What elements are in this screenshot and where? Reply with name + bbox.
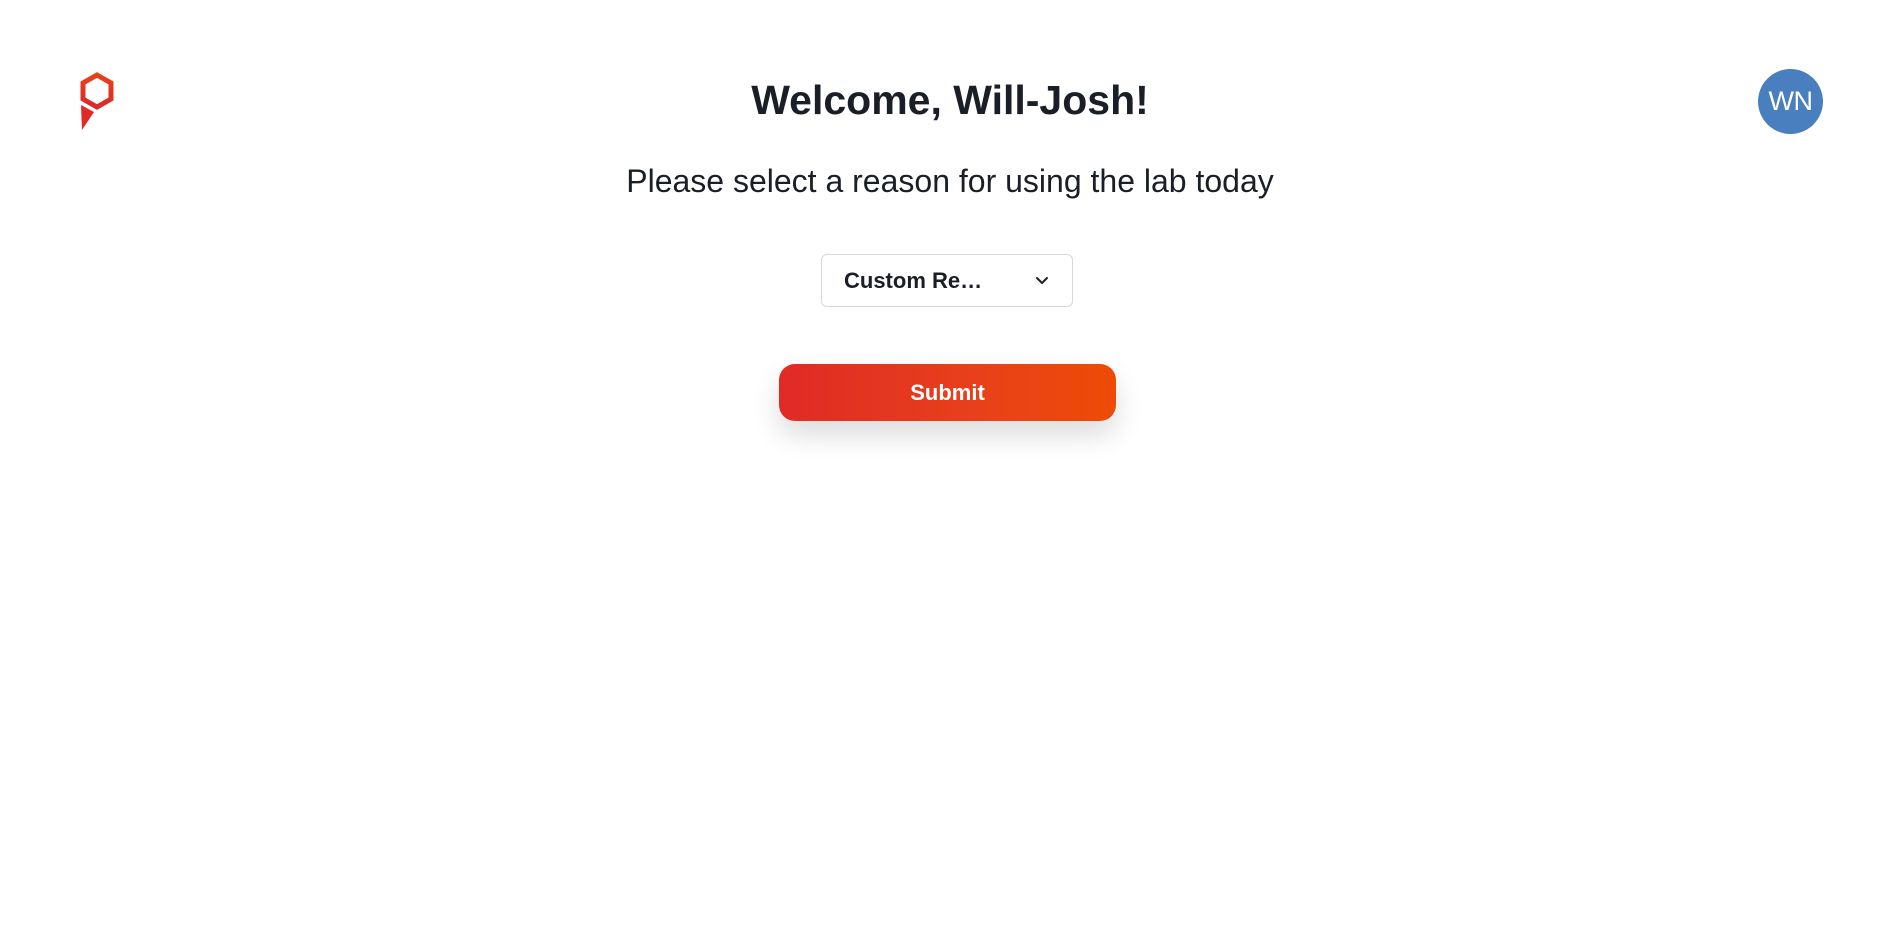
reason-select-value: Custom Re… <box>844 267 983 293</box>
page: Welcome, Will-Josh! WN Please select a r… <box>0 0 1900 940</box>
chevron-down-icon <box>1034 273 1050 289</box>
reason-select[interactable]: Custom Re… <box>821 254 1073 307</box>
reason-prompt: Please select a reason for using the lab… <box>626 163 1274 199</box>
user-avatar[interactable]: WN <box>1758 69 1823 134</box>
submit-button[interactable]: Submit <box>779 364 1116 421</box>
avatar-initials: WN <box>1768 86 1813 116</box>
page-title: Welcome, Will-Josh! <box>751 77 1149 123</box>
